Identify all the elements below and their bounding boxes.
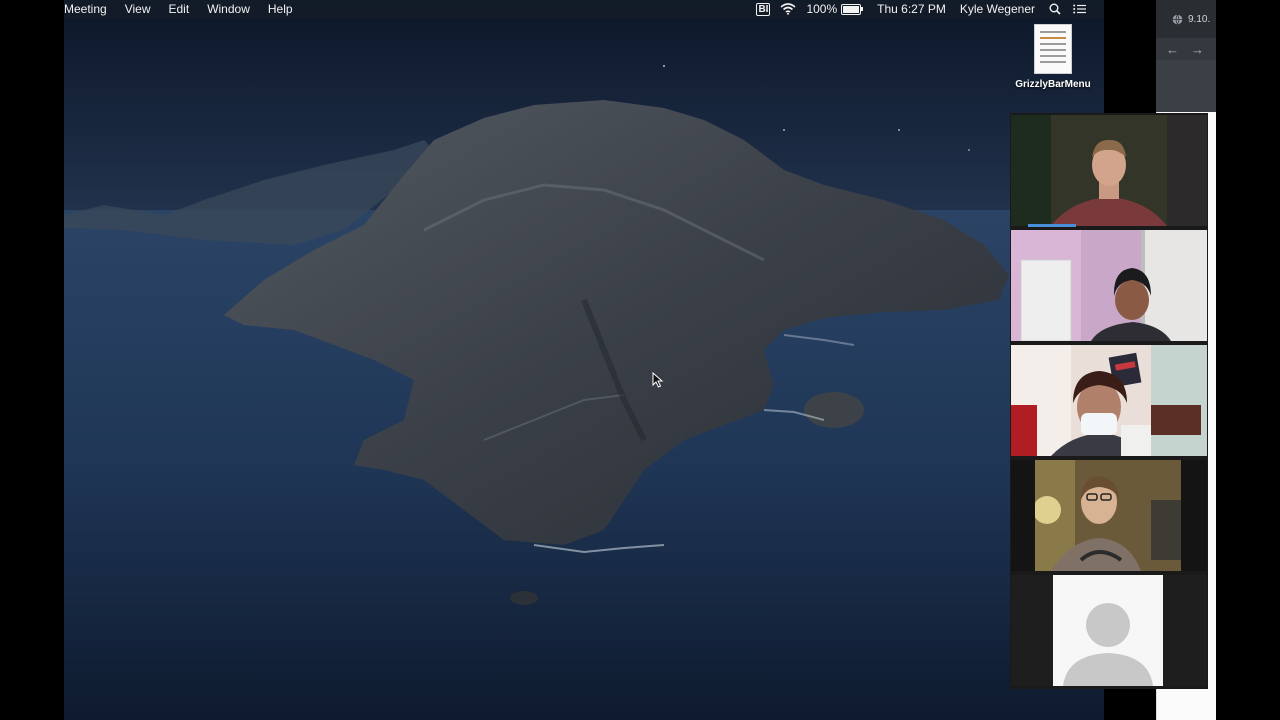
notification-center-icon[interactable] bbox=[1073, 4, 1086, 14]
back-arrow-icon[interactable]: ← bbox=[1166, 42, 1179, 57]
desktop-wallpaper bbox=[64, 0, 1104, 720]
globe-icon bbox=[1172, 13, 1183, 25]
desktop-file-label: GrizzlyBarMenu bbox=[1015, 79, 1091, 90]
status-area: BI 100% Thu 6:27 PM Kyle Wegener bbox=[746, 2, 1104, 16]
video-gallery-panel bbox=[1010, 113, 1208, 689]
battery-icon bbox=[841, 3, 864, 15]
battery-level-fill bbox=[843, 5, 860, 13]
battery-percent: 100% bbox=[806, 2, 838, 16]
mouse-pointer-icon bbox=[652, 372, 664, 388]
browser-nav-bar: ← → bbox=[1156, 38, 1216, 60]
battery-status[interactable]: 100% bbox=[806, 2, 864, 16]
desktop-file-grizzlybarmenu[interactable]: GrizzlyBarMenu bbox=[1012, 24, 1094, 90]
participant-video-3[interactable] bbox=[1011, 345, 1207, 456]
bi-status-badge[interactable]: BI bbox=[756, 2, 771, 16]
menu-bar: Meeting View Edit Window Help BI 100% Th… bbox=[64, 0, 1104, 18]
app-menus: Meeting View Edit Window Help bbox=[64, 0, 302, 18]
island-wallpaper bbox=[64, 0, 1104, 720]
participant-video-2[interactable] bbox=[1011, 230, 1207, 341]
menu-clock[interactable]: Thu 6:27 PM bbox=[877, 2, 946, 16]
spotlight-search-icon[interactable] bbox=[1049, 3, 1061, 15]
menu-user-name[interactable]: Kyle Wegener bbox=[960, 2, 1035, 16]
menu-help[interactable]: Help bbox=[259, 0, 302, 18]
participant-video-1[interactable] bbox=[1011, 115, 1207, 226]
menu-view[interactable]: View bbox=[116, 0, 160, 18]
menu-window[interactable]: Window bbox=[198, 0, 259, 18]
participant-video-5[interactable] bbox=[1011, 575, 1207, 686]
forward-arrow-icon[interactable]: → bbox=[1191, 42, 1204, 57]
screen: Meeting View Edit Window Help BI 100% Th… bbox=[0, 0, 1280, 720]
document-icon bbox=[1034, 24, 1072, 74]
browser-toolbar-band bbox=[1156, 60, 1216, 112]
active-speaker-indicator bbox=[1028, 224, 1076, 227]
browser-tab-title[interactable]: 9.10. bbox=[1188, 14, 1210, 25]
participant-video-4[interactable] bbox=[1011, 460, 1207, 571]
menu-edit[interactable]: Edit bbox=[160, 0, 199, 18]
menu-meeting[interactable]: Meeting bbox=[64, 0, 116, 18]
wifi-icon[interactable] bbox=[780, 3, 796, 15]
browser-tab-bar: 9.10. bbox=[1156, 0, 1216, 38]
